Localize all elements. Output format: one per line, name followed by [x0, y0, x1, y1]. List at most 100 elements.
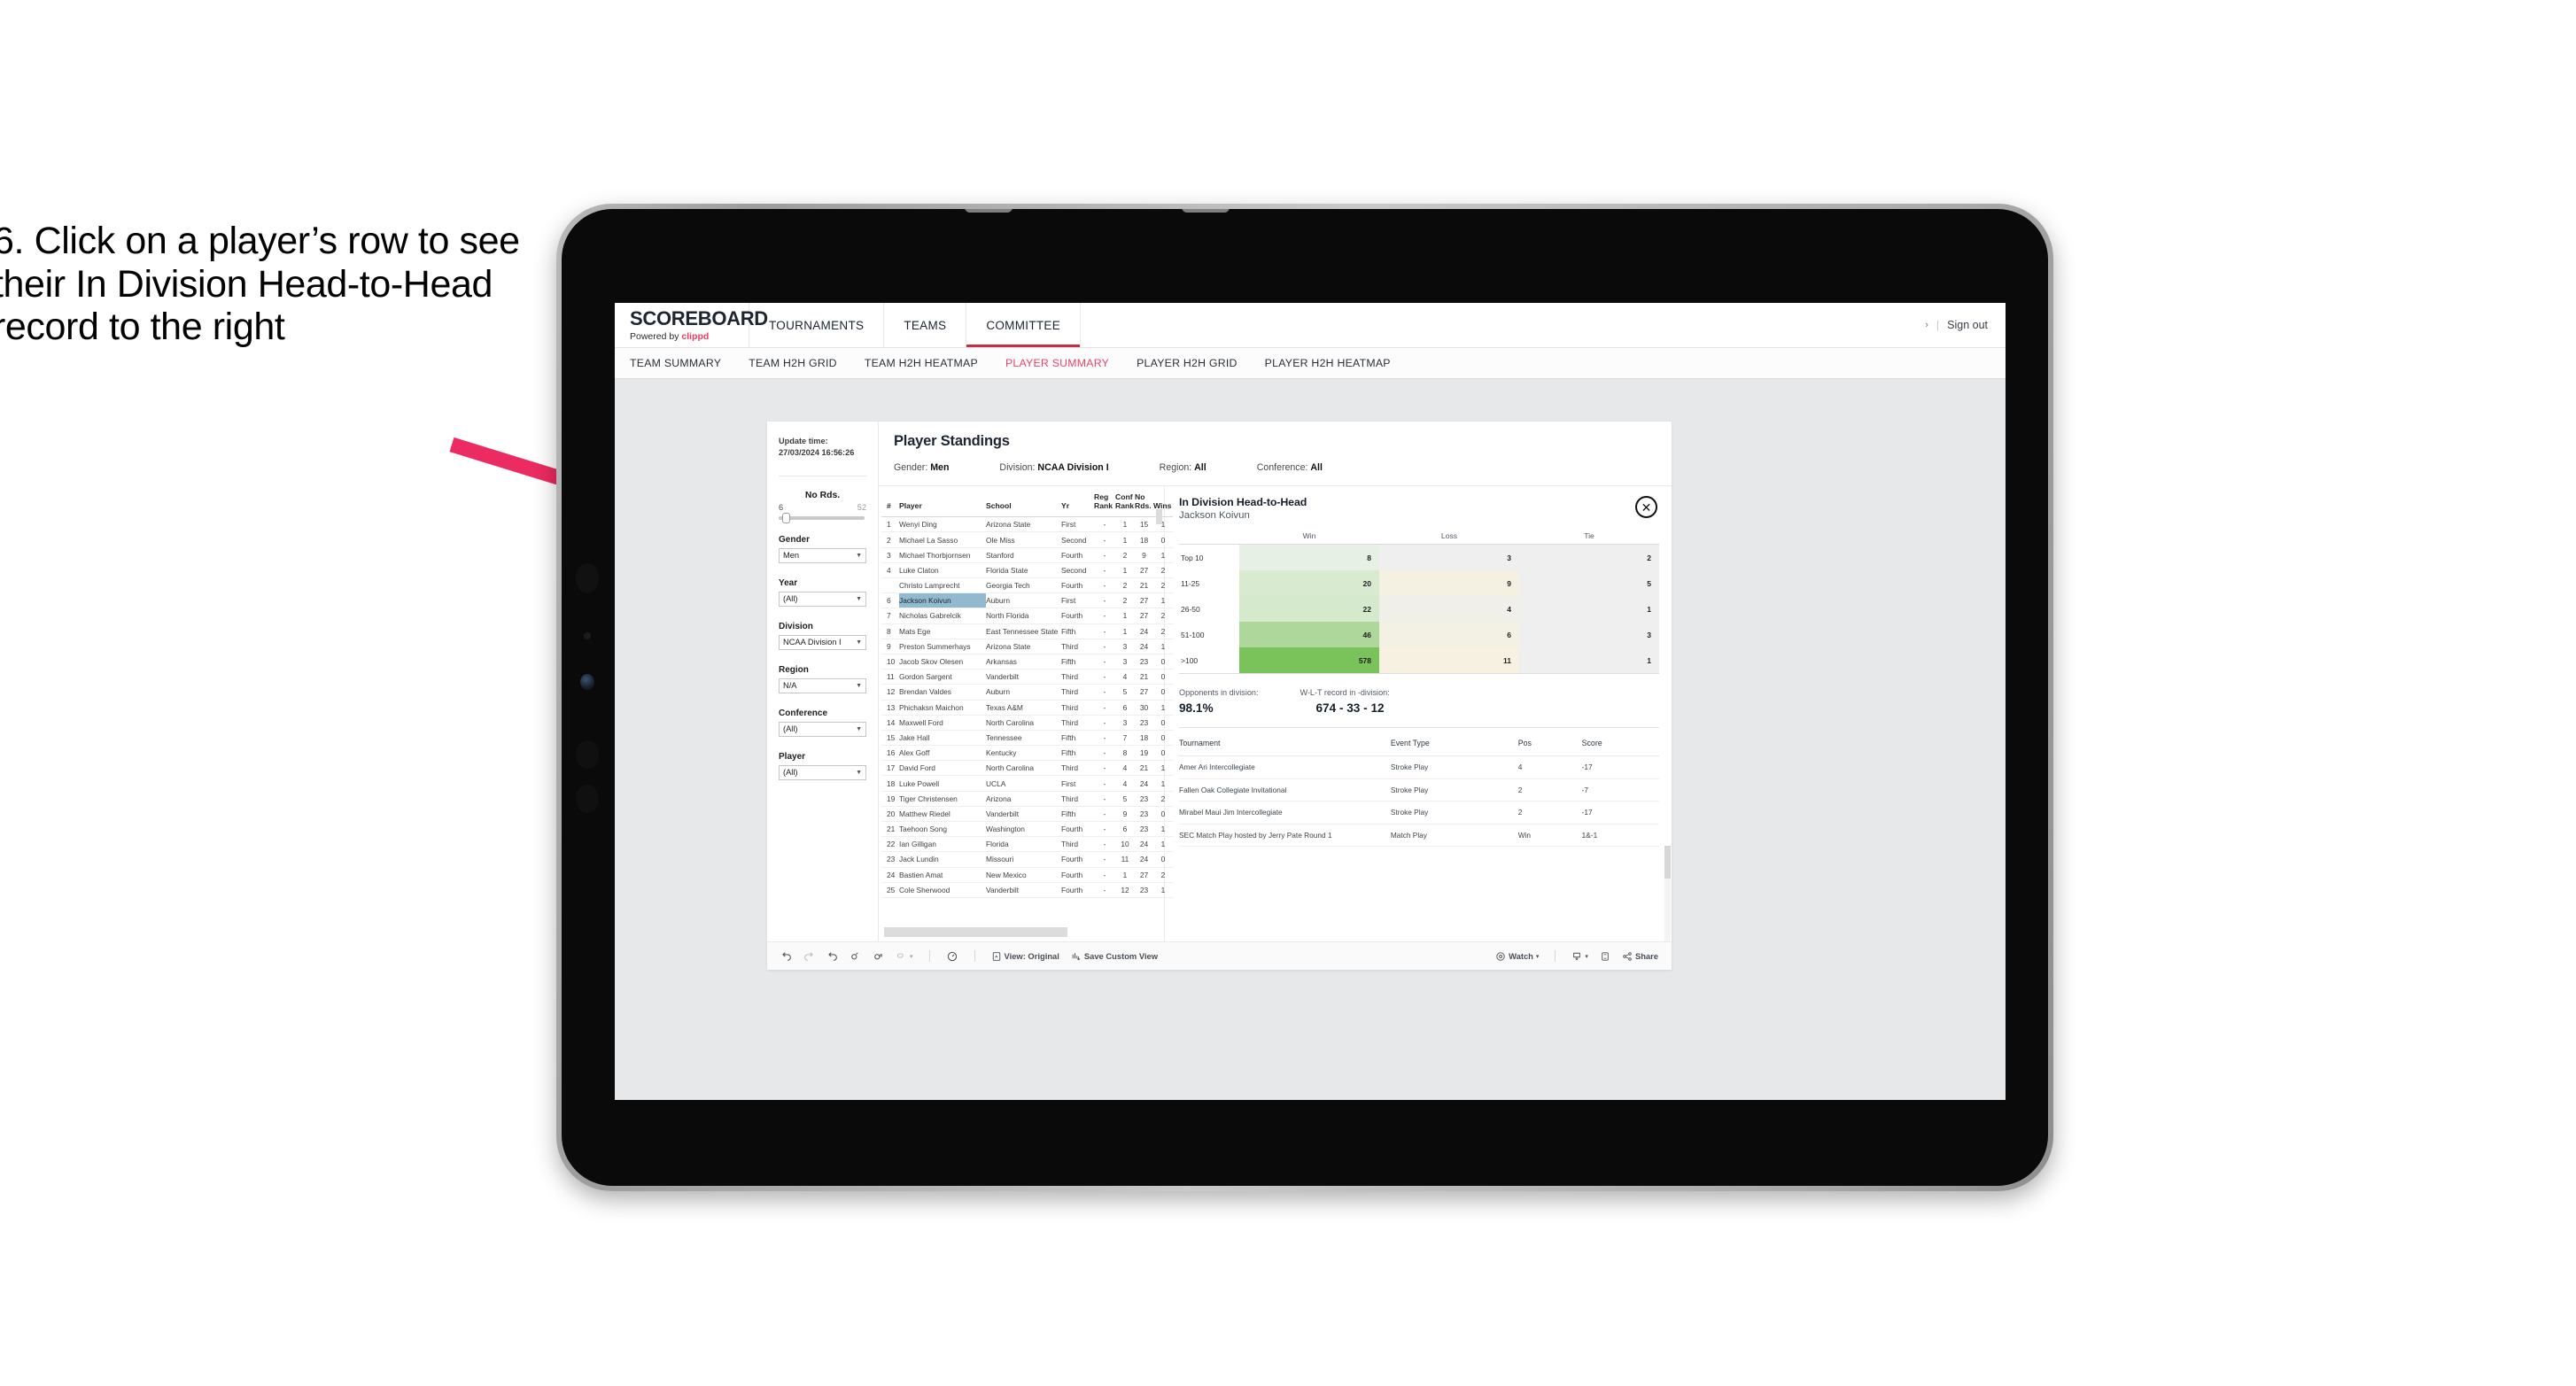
table-row[interactable]: 12 Brendan Valdes Auburn Third -5 27 0 [881, 684, 1173, 701]
save-custom-view-button[interactable]: Save Custom View [1071, 951, 1158, 962]
h2h-cell-win[interactable]: 22 [1239, 596, 1379, 622]
tab-player-h2h-heatmap[interactable]: PLAYER H2H HEATMAP [1265, 357, 1391, 369]
h2h-cell-win[interactable]: 20 [1239, 570, 1379, 596]
brand-logo[interactable]: SCOREBOARD Powered by clippd [615, 303, 768, 347]
refresh-icon[interactable] [850, 950, 861, 962]
sign-out-link[interactable]: Sign out [1947, 319, 1988, 331]
tab-team-h2h-heatmap[interactable]: TEAM H2H HEATMAP [865, 357, 978, 369]
tab-team-summary[interactable]: TEAM SUMMARY [630, 357, 721, 369]
view-original-button[interactable]: View: Original [991, 951, 1059, 962]
nav-item-teams[interactable]: TEAMS [884, 303, 967, 347]
table-row[interactable]: Christo Lamprecht Georgia Tech Fourth -2 21 2 [881, 577, 1173, 594]
filter-gender-select[interactable]: Men ▼ [779, 547, 866, 563]
table-vertical-scrollbar[interactable] [1156, 509, 1162, 524]
h2h-cell-tie[interactable]: 2 [1519, 544, 1659, 570]
filter-conference-select[interactable]: (All) ▼ [779, 721, 866, 737]
nav-item-tournaments[interactable]: TOURNAMENTS [749, 303, 885, 347]
revert-icon[interactable] [826, 950, 838, 962]
table-row[interactable]: 19 Tiger Christensen Arizona Third -5 23 2 [881, 791, 1173, 807]
tournament-row[interactable]: Fallen Oak Collegiate Invitational Stroke… [1179, 778, 1659, 802]
highlight-icon[interactable]: ▾ [896, 950, 913, 962]
chevron-right-icon[interactable]: › [1925, 320, 1928, 330]
cell-cr: 8 [1115, 745, 1135, 762]
range-slider[interactable] [779, 512, 865, 523]
col-tournament[interactable]: Tournament [1179, 731, 1391, 756]
button-lower-icon[interactable] [576, 785, 599, 813]
tab-player-summary[interactable]: PLAYER SUMMARY [1005, 357, 1109, 369]
tab-team-h2h-grid[interactable]: TEAM H2H GRID [749, 357, 837, 369]
scrollbar-rail[interactable] [1664, 879, 1671, 941]
h2h-cell-tie[interactable]: 5 [1519, 570, 1659, 596]
table-row[interactable]: 20 Matthew Riedel Vanderbilt Fifth -9 23 0 [881, 806, 1173, 823]
table-row[interactable]: 14 Maxwell Ford North Carolina Third -3 23 0 [881, 715, 1173, 731]
table-row[interactable]: 7 Nicholas Gabrelcik North Florida Fourth -1… [881, 608, 1173, 624]
table-row[interactable]: 24 Bastien Amat New Mexico Fourth -1 27 2 [881, 867, 1173, 883]
h2h-cell-win[interactable]: 8 [1239, 544, 1379, 570]
table-row[interactable]: 23 Jack Lundin Missouri Fourth -11 24 0 [881, 851, 1173, 868]
col-pos[interactable]: Pos [1517, 731, 1582, 756]
h2h-cell-tie[interactable]: 1 [1519, 647, 1659, 674]
table-row[interactable]: 25 Cole Sherwood Vanderbilt Fourth -12 23 1 [881, 882, 1173, 898]
table-row[interactable]: 22 Ian Gilligan Florida Third -10 24 1 [881, 836, 1173, 853]
h2h-cell-loss[interactable]: 11 [1379, 647, 1519, 674]
col-event-type[interactable]: Event Type [1390, 731, 1518, 756]
h2h-cell-tie[interactable]: 1 [1519, 596, 1659, 622]
redo-icon[interactable] [803, 950, 815, 962]
fullscreen-button[interactable] [1600, 951, 1610, 962]
table-row[interactable]: 6 Jackson Koivun Auburn First -2 27 1 [881, 592, 1173, 609]
device-layout-icon[interactable] [946, 950, 958, 963]
table-row[interactable]: 17 David Ford North Carolina Third -4 21 1 [881, 760, 1173, 777]
col-no-rds[interactable]: No Rds. [1135, 486, 1153, 518]
h2h-cell-loss[interactable]: 9 [1379, 570, 1519, 596]
h2h-cell-loss[interactable]: 3 [1379, 544, 1519, 570]
watch-button[interactable]: Watch ▾ [1495, 951, 1539, 962]
undo-icon[interactable] [780, 950, 792, 962]
table-row[interactable]: 11 Gordon Sargent Vanderbilt Third -4 21 0 [881, 669, 1173, 685]
slider-handle[interactable] [782, 512, 790, 523]
col-rank[interactable]: # [881, 486, 899, 518]
table-row[interactable]: 18 Luke Powell UCLA First -4 24 1 [881, 775, 1173, 792]
cell-rr: - [1094, 882, 1115, 898]
filter-division: Division NCAA Division I ▼ [779, 622, 866, 650]
col-reg-rank[interactable]: Reg Rank [1094, 486, 1115, 518]
tournament-row[interactable]: Mirabel Maui Jim Intercollegiate Stroke P… [1179, 801, 1659, 825]
h2h-cell-win[interactable]: 578 [1239, 647, 1379, 674]
h2h-cell-loss[interactable]: 6 [1379, 622, 1519, 647]
filter-player-select[interactable]: (All) ▼ [779, 764, 866, 780]
share-button[interactable]: Share [1622, 951, 1658, 962]
table-row[interactable]: 21 Taehoon Song Washington Fourth -6 23 1 [881, 821, 1173, 838]
col-conf-rank[interactable]: Conf Rank [1115, 486, 1135, 518]
table-row[interactable]: 9 Preston Summerhays Arizona State Third -3 2… [881, 639, 1173, 654]
col-year[interactable]: Yr [1061, 486, 1094, 518]
table-row[interactable]: 16 Alex Goff Kentucky Fifth -8 19 0 [881, 745, 1173, 762]
table-horizontal-scrollbar[interactable] [884, 927, 1067, 937]
col-school[interactable]: School [986, 486, 1061, 518]
table-row[interactable]: 2 Michael La Sasso Ole Miss Second -1 18 0 [881, 531, 1173, 548]
button-upper-icon[interactable] [576, 740, 599, 769]
filter-year-select[interactable]: (All) ▼ [779, 591, 866, 607]
tournament-row[interactable]: SEC Match Play hosted by Jerry Pate Roun… [1179, 824, 1659, 848]
tournament-row[interactable]: Amer Ari Intercollegiate Stroke Play 4 -17 [1179, 755, 1659, 779]
tournaments-scrollbar[interactable] [1664, 846, 1671, 941]
cell-yr: Third [1061, 669, 1094, 685]
table-row[interactable]: 3 Michael Thorbjornsen Stanford Fourth -2 9 1 [881, 547, 1173, 563]
col-player[interactable]: Player [899, 486, 986, 518]
table-row[interactable]: 1 Wenyi Ding Arizona State First -1 15 1 [881, 516, 1173, 533]
table-row[interactable]: 10 Jacob Skov Olesen Arkansas Fifth -3 23 0 [881, 654, 1173, 670]
h2h-cell-loss[interactable]: 4 [1379, 596, 1519, 622]
table-row[interactable]: 13 Phichaksn Maichon Texas A&M Third -6 30 1 [881, 700, 1173, 716]
table-row[interactable]: 4 Luke Claton Florida State Second -1 27 2 [881, 562, 1173, 579]
download-button[interactable]: ▾ [1571, 951, 1588, 962]
filter-region-select[interactable]: N/A ▼ [779, 678, 866, 693]
pause-icon[interactable] [873, 950, 884, 962]
filter-division-select[interactable]: NCAA Division I ▼ [779, 634, 866, 650]
h2h-cell-win[interactable]: 46 [1239, 622, 1379, 647]
tab-player-h2h-grid[interactable]: PLAYER H2H GRID [1137, 357, 1238, 369]
col-score[interactable]: Score [1581, 731, 1659, 756]
close-icon[interactable]: ✕ [1635, 496, 1657, 518]
scrollbar-thumb[interactable] [1664, 846, 1671, 879]
table-row[interactable]: 15 Jake Hall Tennessee Fifth -7 18 0 [881, 730, 1173, 747]
nav-item-committee[interactable]: COMMITTEE [966, 303, 1082, 347]
h2h-cell-tie[interactable]: 3 [1519, 622, 1659, 647]
table-row[interactable]: 8 Mats Ege East Tennessee State Fifth -1 24 2 [881, 623, 1173, 639]
